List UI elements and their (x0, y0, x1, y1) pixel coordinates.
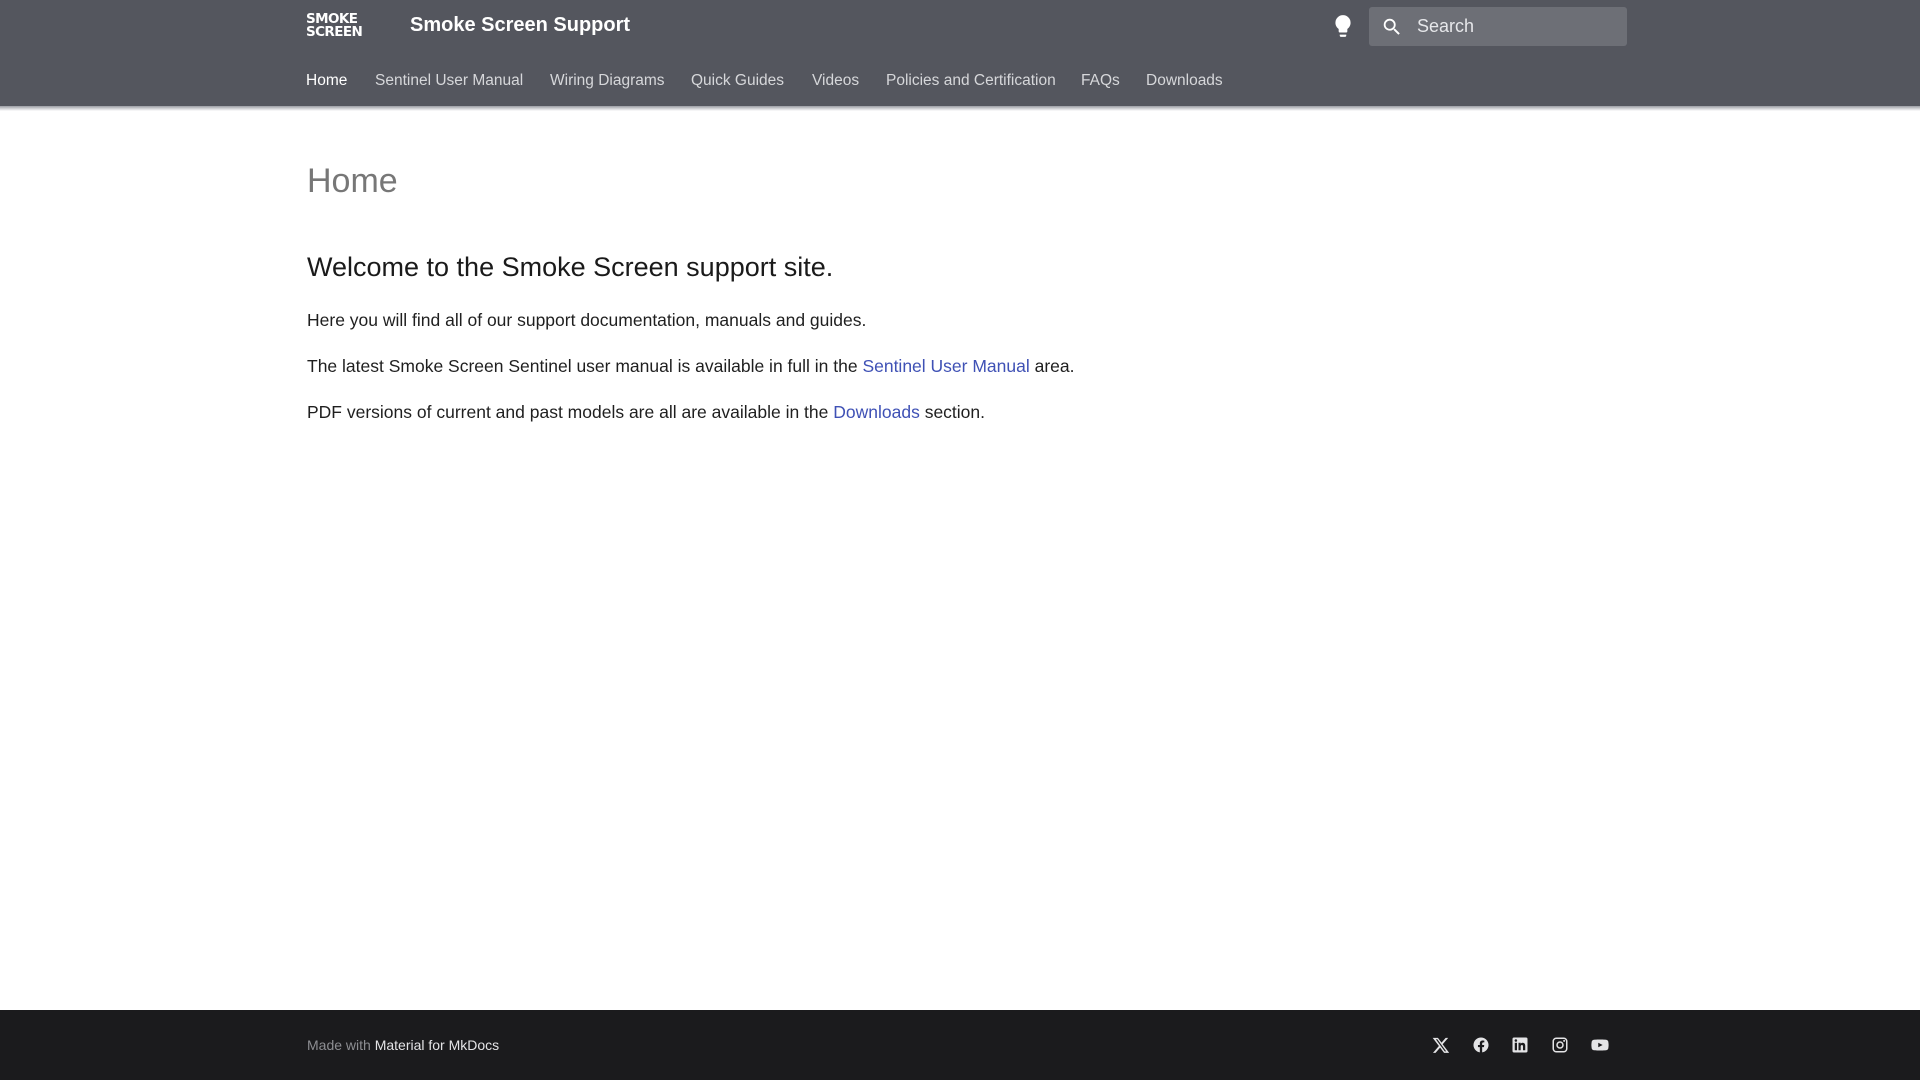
lightbulb-icon (1335, 15, 1351, 37)
site-title: Smoke Screen Support (410, 14, 631, 36)
downloads-paragraph: PDF versions of current and past models … (307, 402, 985, 423)
tab-faqs[interactable]: FAQs (1081, 72, 1120, 90)
facebook-link[interactable] (1470, 1034, 1492, 1056)
page-title: Home (307, 162, 398, 200)
downloads-paragraph-text-1: PDF versions of current and past models … (307, 402, 834, 422)
manual-paragraph-text-2: area. (1029, 356, 1075, 376)
tab-home[interactable]: Home (306, 72, 347, 90)
sentinel-user-manual-link[interactable]: Sentinel User Manual (862, 356, 1029, 376)
tab-policies-and-certification[interactable]: Policies and Certification (886, 72, 1056, 90)
welcome-heading: Welcome to the Smoke Screen support site… (307, 252, 834, 282)
palette-toggle-button[interactable] (1330, 12, 1356, 40)
top-header: SMOKE SCREEN Smoke Screen Support (0, 0, 1920, 52)
tab-sentinel-user-manual[interactable]: Sentinel User Manual (375, 72, 523, 90)
material-for-mkdocs-link[interactable]: Material for MkDocs (375, 1037, 499, 1053)
search-input[interactable] (1417, 7, 1617, 46)
made-with-prefix: Made with (307, 1037, 375, 1053)
linkedin-icon (1512, 1037, 1528, 1053)
header-shadow (0, 106, 1920, 111)
site-logo[interactable]: SMOKE SCREEN (306, 12, 376, 41)
x-twitter-icon (1432, 1037, 1450, 1053)
tab-downloads[interactable]: Downloads (1146, 72, 1223, 90)
search-icon (1383, 18, 1400, 35)
manual-paragraph: The latest Smoke Screen Sentinel user ma… (307, 356, 1075, 377)
footer: Made with Material for MkDocs (0, 1010, 1920, 1080)
tab-quick-guides[interactable]: Quick Guides (691, 72, 784, 90)
top-tabs-nav: Home Sentinel User Manual Wiring Diagram… (0, 52, 1920, 106)
search-box[interactable] (1369, 7, 1627, 46)
facebook-icon (1473, 1037, 1489, 1053)
youtube-link[interactable] (1589, 1034, 1611, 1056)
downloads-paragraph-text-2: section. (919, 402, 986, 422)
tab-videos[interactable]: Videos (812, 72, 859, 90)
youtube-icon (1591, 1039, 1609, 1051)
intro-paragraph: Here you will find all of our support do… (307, 310, 867, 330)
x-twitter-link[interactable] (1430, 1034, 1452, 1056)
logo-line-2: SCREEN (306, 24, 363, 40)
instagram-link[interactable] (1549, 1034, 1571, 1056)
linkedin-link[interactable] (1509, 1034, 1531, 1056)
tab-wiring-diagrams[interactable]: Wiring Diagrams (550, 72, 665, 90)
instagram-icon (1552, 1037, 1568, 1053)
manual-paragraph-text-1: The latest Smoke Screen Sentinel user ma… (307, 356, 863, 376)
made-with-credit: Made with Material for MkDocs (307, 1037, 499, 1053)
downloads-link[interactable]: Downloads (833, 402, 920, 422)
